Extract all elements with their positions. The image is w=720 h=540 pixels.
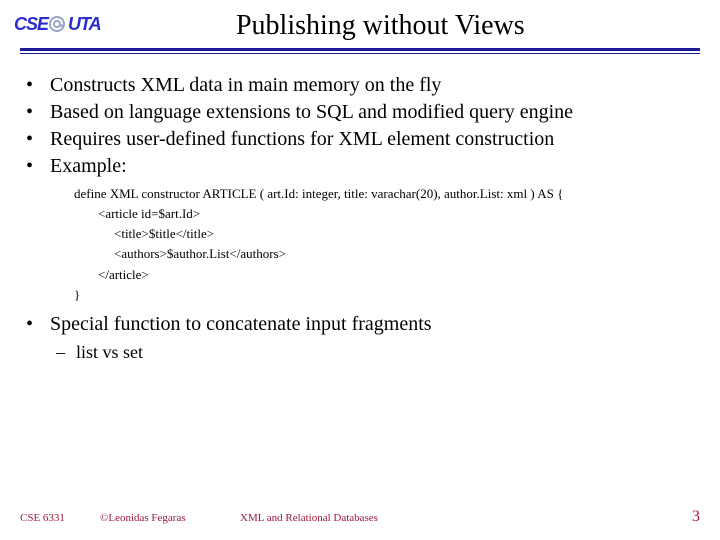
list-item: • Special function to concatenate input … (10, 311, 710, 338)
slide-content: • Constructs XML data in main memory on … (0, 54, 720, 364)
list-item: • Requires user-defined functions for XM… (10, 126, 710, 153)
logo-uta: UTA (68, 14, 101, 34)
bullet-icon: • (26, 153, 50, 180)
code-line: </article> (74, 265, 710, 285)
code-block: define XML constructor ARTICLE ( art.Id:… (10, 180, 710, 305)
at-icon (48, 15, 66, 38)
slide-footer: CSE 6331 ©Leonidas Fegaras XML and Relat… (0, 508, 720, 526)
slide-title: Publishing without Views (101, 8, 720, 42)
logo: CSE UTA (14, 14, 101, 38)
dash-icon: – (56, 340, 76, 364)
list-item: • Example: (10, 153, 710, 180)
bullet-text: Based on language extensions to SQL and … (50, 99, 710, 126)
bullet-text: Requires user-defined functions for XML … (50, 126, 710, 153)
bullet-icon: • (26, 311, 50, 338)
bullet-icon: • (26, 126, 50, 153)
logo-cse: CSE (14, 14, 48, 34)
code-line: } (74, 285, 710, 305)
bullet-icon: • (26, 72, 50, 99)
bullet-icon: • (26, 99, 50, 126)
sub-list-item: – list vs set (10, 338, 710, 364)
bullet-text: Constructs XML data in main memory on th… (50, 72, 710, 99)
list-item: • Constructs XML data in main memory on … (10, 72, 710, 99)
code-line: define XML constructor ARTICLE ( art.Id:… (74, 184, 710, 204)
footer-copyright: ©Leonidas Fegaras (100, 512, 240, 524)
footer-topic: XML and Relational Databases (240, 512, 378, 524)
page-number: 3 (692, 508, 700, 526)
code-line: <article id=$art.Id> (74, 204, 710, 224)
bullet-text: Example: (50, 153, 710, 180)
sub-bullet-text: list vs set (76, 340, 143, 364)
code-line: <title>$title</title> (74, 224, 710, 244)
footer-course: CSE 6331 (20, 512, 100, 524)
list-item: • Based on language extensions to SQL an… (10, 99, 710, 126)
bullet-text: Special function to concatenate input fr… (50, 311, 710, 338)
bullet-list: • Special function to concatenate input … (10, 305, 710, 338)
bullet-list: • Constructs XML data in main memory on … (10, 72, 710, 180)
code-line: <authors>$author.List</authors> (74, 244, 710, 264)
slide-header: CSE UTA Publishing without Views (0, 0, 720, 42)
